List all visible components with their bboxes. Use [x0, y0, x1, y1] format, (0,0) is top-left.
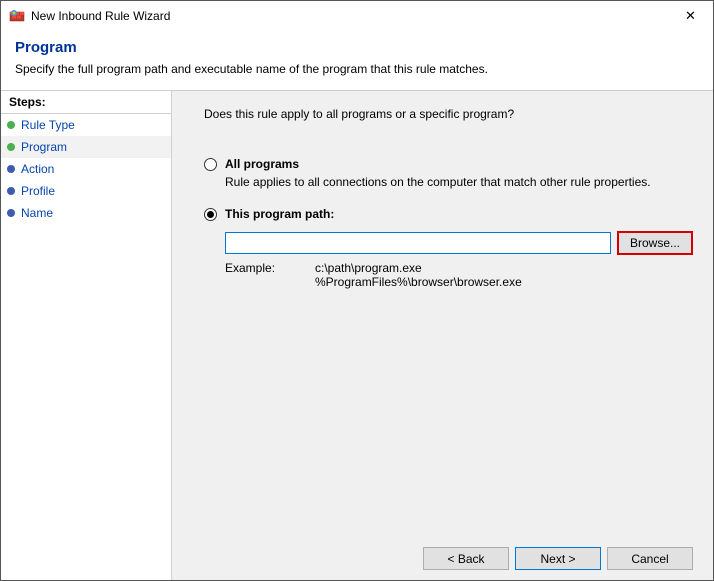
- step-bullet-icon: [7, 143, 15, 151]
- step-label: Name: [21, 206, 53, 220]
- titlebar: New Inbound Rule Wizard ✕: [1, 1, 713, 31]
- cancel-button[interactable]: Cancel: [607, 547, 693, 570]
- page-subtitle: Specify the full program path and execut…: [15, 62, 699, 76]
- option-all-desc: Rule applies to all connections on the c…: [225, 175, 693, 189]
- wizard-body: Steps: Rule Type Program Action Profile Name…: [1, 91, 713, 580]
- option-all-programs[interactable]: All programs: [204, 157, 693, 171]
- browse-button[interactable]: Browse...: [617, 231, 693, 255]
- back-button[interactable]: < Back: [423, 547, 509, 570]
- step-label: Action: [21, 162, 54, 176]
- program-path-input[interactable]: [225, 232, 611, 254]
- page-header: Program Specify the full program path an…: [1, 31, 713, 90]
- step-program[interactable]: Program: [1, 136, 171, 158]
- page-title: Program: [15, 39, 699, 56]
- example-row: Example: c:\path\program.exe %ProgramFil…: [225, 261, 693, 289]
- next-button[interactable]: Next >: [515, 547, 601, 570]
- content-panel: Does this rule apply to all programs or …: [171, 91, 713, 580]
- step-bullet-icon: [7, 187, 15, 195]
- close-icon: ✕: [685, 8, 696, 24]
- example-text: c:\path\program.exe %ProgramFiles%\brows…: [315, 261, 522, 289]
- step-rule-type[interactable]: Rule Type: [1, 114, 171, 136]
- wizard-window: New Inbound Rule Wizard ✕ Program Specif…: [0, 0, 714, 581]
- wizard-footer: < Back Next > Cancel: [204, 537, 693, 570]
- option-path-title: This program path:: [225, 207, 334, 221]
- step-bullet-icon: [7, 209, 15, 217]
- steps-header: Steps:: [1, 91, 171, 114]
- option-all-title: All programs: [225, 157, 299, 171]
- radio-icon: [204, 208, 217, 221]
- step-label: Profile: [21, 184, 55, 198]
- step-bullet-icon: [7, 121, 15, 129]
- step-label: Rule Type: [21, 118, 75, 132]
- step-name[interactable]: Name: [1, 202, 171, 224]
- window-title: New Inbound Rule Wizard: [31, 9, 668, 23]
- step-label: Program: [21, 140, 67, 154]
- program-path-row: Browse...: [225, 231, 693, 255]
- firewall-icon: [9, 8, 25, 24]
- example-label: Example:: [225, 261, 285, 289]
- content-question: Does this rule apply to all programs or …: [204, 107, 693, 121]
- step-action[interactable]: Action: [1, 158, 171, 180]
- radio-icon: [204, 158, 217, 171]
- close-button[interactable]: ✕: [668, 1, 713, 31]
- option-this-program-path[interactable]: This program path:: [204, 207, 693, 221]
- step-profile[interactable]: Profile: [1, 180, 171, 202]
- step-bullet-icon: [7, 165, 15, 173]
- steps-sidebar: Steps: Rule Type Program Action Profile Name: [1, 91, 171, 580]
